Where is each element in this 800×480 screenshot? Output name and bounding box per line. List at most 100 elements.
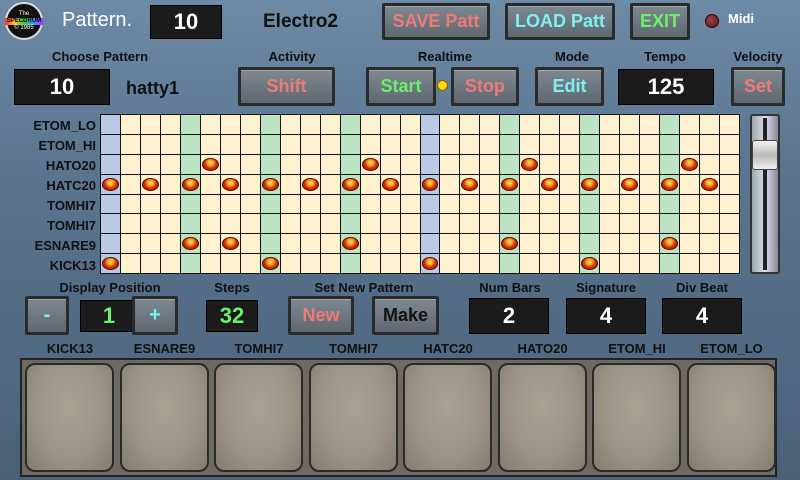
step-cell[interactable] bbox=[320, 134, 340, 154]
step-cell[interactable] bbox=[500, 254, 520, 273]
step-cell[interactable] bbox=[580, 154, 600, 174]
step-cell[interactable] bbox=[480, 234, 500, 254]
step-cell[interactable] bbox=[540, 214, 560, 234]
step-cell[interactable] bbox=[580, 115, 600, 134]
step-cell[interactable] bbox=[180, 214, 200, 234]
step-cell[interactable] bbox=[480, 115, 500, 134]
step-cell[interactable] bbox=[240, 115, 260, 134]
step-cell[interactable] bbox=[180, 154, 200, 174]
step-cell[interactable] bbox=[720, 134, 739, 154]
step-cell[interactable] bbox=[480, 194, 500, 214]
step-cell[interactable] bbox=[360, 254, 380, 273]
step-cell[interactable] bbox=[700, 234, 720, 254]
step-cell[interactable] bbox=[520, 115, 540, 134]
step-cell[interactable] bbox=[420, 174, 440, 194]
step-cell[interactable] bbox=[380, 115, 400, 134]
step-cell[interactable] bbox=[640, 194, 660, 214]
step-cell[interactable] bbox=[140, 174, 160, 194]
step-cell[interactable] bbox=[180, 115, 200, 134]
step-cell[interactable] bbox=[220, 174, 240, 194]
step-cell[interactable] bbox=[220, 214, 240, 234]
num-bars-input[interactable]: 2 bbox=[469, 298, 549, 334]
shift-button[interactable]: Shift bbox=[238, 67, 335, 106]
save-pattern-button[interactable]: SAVE Patt bbox=[382, 3, 490, 40]
step-cell[interactable] bbox=[280, 154, 300, 174]
position-minus-button[interactable]: - bbox=[25, 296, 69, 335]
step-cell[interactable] bbox=[340, 115, 360, 134]
step-cell[interactable] bbox=[600, 115, 620, 134]
step-cell[interactable] bbox=[120, 115, 140, 134]
step-cell[interactable] bbox=[300, 154, 320, 174]
slider-thumb[interactable] bbox=[752, 140, 778, 170]
step-cell[interactable] bbox=[440, 115, 460, 134]
step-cell[interactable] bbox=[340, 214, 360, 234]
step-cell[interactable] bbox=[540, 234, 560, 254]
step-cell[interactable] bbox=[380, 254, 400, 273]
step-cell[interactable] bbox=[200, 194, 220, 214]
step-cell[interactable] bbox=[460, 134, 480, 154]
step-cell[interactable] bbox=[500, 214, 520, 234]
step-cell[interactable] bbox=[520, 174, 540, 194]
step-cell[interactable] bbox=[680, 174, 700, 194]
step-cell[interactable] bbox=[320, 194, 340, 214]
step-cell[interactable] bbox=[160, 115, 180, 134]
step-cell[interactable] bbox=[600, 134, 620, 154]
step-cell[interactable] bbox=[420, 134, 440, 154]
step-cell[interactable] bbox=[360, 214, 380, 234]
step-cell[interactable] bbox=[200, 154, 220, 174]
step-cell[interactable] bbox=[280, 254, 300, 273]
step-cell[interactable] bbox=[220, 254, 240, 273]
step-cell[interactable] bbox=[680, 115, 700, 134]
step-cell[interactable] bbox=[480, 214, 500, 234]
step-cell[interactable] bbox=[580, 234, 600, 254]
step-cell[interactable] bbox=[160, 174, 180, 194]
step-cell[interactable] bbox=[620, 234, 640, 254]
step-cell[interactable] bbox=[340, 254, 360, 273]
step-cell[interactable] bbox=[120, 174, 140, 194]
step-cell[interactable] bbox=[340, 194, 360, 214]
step-cell[interactable] bbox=[620, 214, 640, 234]
step-cell[interactable] bbox=[200, 254, 220, 273]
step-cell[interactable] bbox=[140, 194, 160, 214]
step-cell[interactable] bbox=[420, 214, 440, 234]
step-cell[interactable] bbox=[580, 214, 600, 234]
step-cell[interactable] bbox=[500, 174, 520, 194]
step-cell[interactable] bbox=[260, 214, 280, 234]
step-cell[interactable] bbox=[400, 214, 420, 234]
step-cell[interactable] bbox=[120, 134, 140, 154]
step-cell[interactable] bbox=[700, 134, 720, 154]
step-cell[interactable] bbox=[700, 154, 720, 174]
step-cell[interactable] bbox=[640, 154, 660, 174]
step-cell[interactable] bbox=[600, 234, 620, 254]
step-cell[interactable] bbox=[101, 194, 120, 214]
step-cell[interactable] bbox=[480, 134, 500, 154]
step-cell[interactable] bbox=[460, 254, 480, 273]
step-cell[interactable] bbox=[140, 134, 160, 154]
step-cell[interactable] bbox=[400, 154, 420, 174]
step-cell[interactable] bbox=[220, 194, 240, 214]
step-cell[interactable] bbox=[600, 254, 620, 273]
step-cell[interactable] bbox=[560, 214, 580, 234]
step-cell[interactable] bbox=[320, 154, 340, 174]
step-cell[interactable] bbox=[440, 154, 460, 174]
step-cell[interactable] bbox=[400, 194, 420, 214]
step-cell[interactable] bbox=[460, 214, 480, 234]
step-cell[interactable] bbox=[720, 154, 739, 174]
step-cell[interactable] bbox=[580, 134, 600, 154]
drum-pad[interactable] bbox=[403, 363, 492, 472]
step-cell[interactable] bbox=[680, 234, 700, 254]
step-cell[interactable] bbox=[180, 174, 200, 194]
step-cell[interactable] bbox=[640, 115, 660, 134]
step-cell[interactable] bbox=[700, 115, 720, 134]
step-cell[interactable] bbox=[400, 134, 420, 154]
step-cell[interactable] bbox=[280, 134, 300, 154]
step-cell[interactable] bbox=[500, 115, 520, 134]
step-cell[interactable] bbox=[620, 154, 640, 174]
step-cell[interactable] bbox=[720, 194, 739, 214]
step-cell[interactable] bbox=[560, 134, 580, 154]
step-cell[interactable] bbox=[160, 254, 180, 273]
signature-input[interactable]: 4 bbox=[566, 298, 646, 334]
step-cell[interactable] bbox=[280, 174, 300, 194]
step-cell[interactable] bbox=[540, 115, 560, 134]
step-cell[interactable] bbox=[160, 134, 180, 154]
